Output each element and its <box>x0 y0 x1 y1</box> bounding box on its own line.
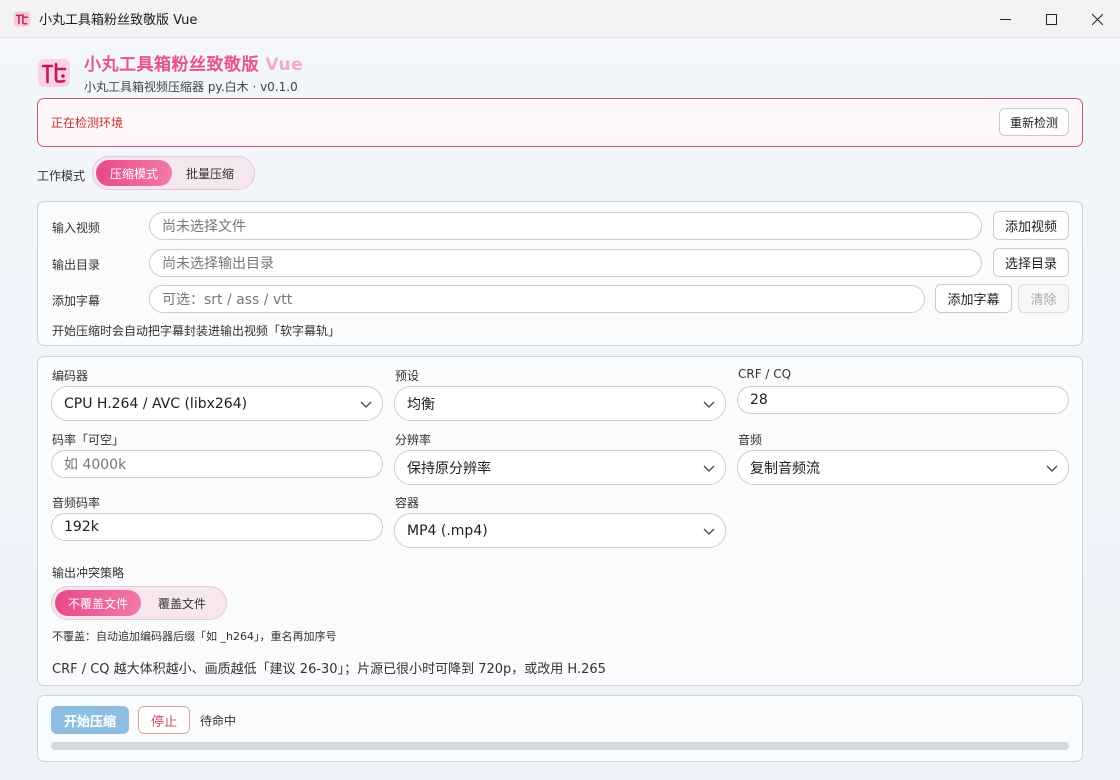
app-name-suffix: Vue <box>265 55 304 75</box>
resolution-value: 保持原分辨率 <box>407 460 491 477</box>
container-label: 容器 <box>395 496 420 510</box>
bitrate-input[interactable]: 如 4000k <box>51 450 383 478</box>
bitrate-label: 码率「可空」 <box>52 433 125 447</box>
output-dir-label: 输出目录 <box>52 258 101 272</box>
minimize-icon <box>999 18 1011 20</box>
encoder-value: CPU H.264 / AVC (libx264) <box>64 395 248 412</box>
files-panel: 输入视频 尚未选择文件 添加视频 输出目录 尚未选择输出目录 选择目录 添加字幕… <box>37 201 1083 346</box>
app-heading: 小丸工具箱粉丝致敬版 Vue 小丸工具箱视频压缩器 py.白木 · v0.1.0 <box>84 50 303 95</box>
work-mode-label: 工作模式 <box>37 169 86 183</box>
no-overwrite-option[interactable]: 不覆盖文件 <box>55 590 141 616</box>
env-status-text: 正在检测环境 <box>51 116 124 130</box>
recheck-button[interactable]: 重新检测 <box>999 108 1069 136</box>
crf-value: 28 <box>750 392 768 408</box>
audio-bitrate-label: 音频码率 <box>52 496 101 510</box>
chevron-down-icon <box>703 528 715 535</box>
input-video-field[interactable]: 尚未选择文件 <box>149 212 982 240</box>
audio-bitrate-value: 192k <box>64 519 99 535</box>
start-compress-button[interactable]: 开始压缩 <box>51 706 129 734</box>
conflict-label: 输出冲突策略 <box>52 566 125 580</box>
choose-dir-button[interactable]: 选择目录 <box>993 248 1069 277</box>
app-logo-icon <box>38 58 70 87</box>
app-subtitle: 小丸工具箱视频压缩器 py.白木 · v0.1.0 <box>84 80 298 94</box>
window-controls <box>982 0 1120 38</box>
audio-bitrate-input[interactable]: 192k <box>51 513 383 541</box>
audio-select[interactable]: 复制音频流 <box>737 450 1069 485</box>
chevron-down-icon <box>1046 465 1058 472</box>
preset-label: 预设 <box>395 369 420 383</box>
output-dir-placeholder: 尚未选择输出目录 <box>162 256 274 272</box>
clear-subtitle-button[interactable]: 清除 <box>1018 284 1069 313</box>
close-icon <box>1091 13 1103 25</box>
audio-label: 音频 <box>738 433 763 447</box>
crf-hint: CRF / CQ 越大体积越小、画质越低「建议 26-30」；片源已很小时可降到… <box>52 662 606 677</box>
minimize-button[interactable] <box>982 0 1028 38</box>
env-status-banner: 正在检测环境 重新检测 <box>37 98 1083 147</box>
chevron-down-icon <box>703 465 715 472</box>
output-dir-field[interactable]: 尚未选择输出目录 <box>149 249 982 277</box>
work-mode-switch: 压缩模式 批量压缩 <box>92 156 255 190</box>
add-video-button[interactable]: 添加视频 <box>993 211 1069 240</box>
mode-compress-option[interactable]: 压缩模式 <box>96 160 172 186</box>
add-subtitle-button[interactable]: 添加字幕 <box>935 284 1012 313</box>
chevron-down-icon <box>360 401 372 408</box>
app-name: 小丸工具箱粉丝致敬版 Vue <box>84 50 303 75</box>
stop-button[interactable]: 停止 <box>138 706 190 734</box>
action-panel: 开始压缩 停止 待命中 <box>37 695 1083 762</box>
subtitle-placeholder: 可选：srt / ass / vtt <box>162 292 293 308</box>
conflict-hint: 不覆盖：自动追加编码器后缀「如 _h264」，重名再加序号 <box>52 630 337 643</box>
overwrite-option[interactable]: 覆盖文件 <box>141 590 223 616</box>
progress-bar <box>51 742 1069 750</box>
subtitle-hint: 开始压缩时会自动把字幕封装进输出视频「软字幕轨」 <box>52 324 341 338</box>
maximize-icon <box>1045 13 1057 25</box>
encoder-label: 编码器 <box>52 369 89 383</box>
subtitle-label: 添加字幕 <box>52 294 101 308</box>
crf-input[interactable]: 28 <box>737 386 1069 414</box>
crf-label: CRF / CQ <box>738 367 792 381</box>
resolution-select[interactable]: 保持原分辨率 <box>394 450 726 485</box>
settings-panel: 编码器 CPU H.264 / AVC (libx264) 预设 均衡 CRF … <box>37 356 1083 686</box>
mode-batch-option[interactable]: 批量压缩 <box>172 160 248 186</box>
encoder-select[interactable]: CPU H.264 / AVC (libx264) <box>51 386 383 421</box>
resolution-label: 分辨率 <box>395 433 432 447</box>
subtitle-field[interactable]: 可选：srt / ass / vtt <box>149 285 925 313</box>
bitrate-placeholder: 如 4000k <box>64 457 127 473</box>
close-button[interactable] <box>1074 0 1120 38</box>
container-select[interactable]: MP4 (.mp4) <box>394 513 726 548</box>
preset-select[interactable]: 均衡 <box>394 386 726 421</box>
chevron-down-icon <box>703 401 715 408</box>
container-value: MP4 (.mp4) <box>407 522 488 539</box>
status-text: 待命中 <box>200 714 237 728</box>
preset-value: 均衡 <box>407 396 435 413</box>
window-title: 小丸工具箱粉丝致敬版 Vue <box>39 13 198 28</box>
title-bar: 小丸工具箱粉丝致敬版 Vue <box>0 0 1120 38</box>
input-video-placeholder: 尚未选择文件 <box>162 219 246 235</box>
audio-value: 复制音频流 <box>750 460 820 477</box>
maximize-button[interactable] <box>1028 0 1074 38</box>
conflict-switch: 不覆盖文件 覆盖文件 <box>51 586 227 620</box>
app-header: 小丸工具箱粉丝致敬版 Vue 小丸工具箱视频压缩器 py.白木 · v0.1.0 <box>37 50 303 95</box>
app-logo-icon <box>13 11 31 26</box>
input-video-label: 输入视频 <box>52 221 101 235</box>
app-name-text: 小丸工具箱粉丝致敬版 <box>84 55 259 75</box>
